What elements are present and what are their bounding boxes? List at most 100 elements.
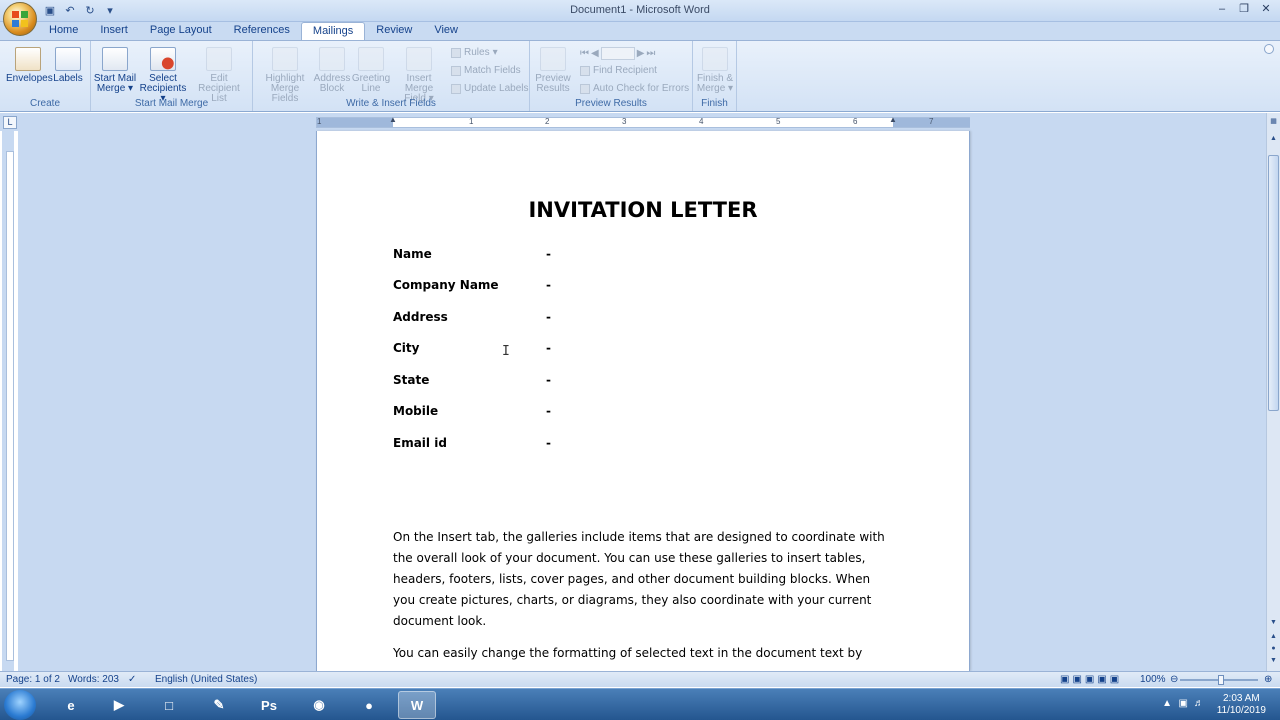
- paragraph-line: headers, footers, lists, cover pages, an…: [393, 572, 871, 586]
- auto-check-label: Auto Check for Errors: [593, 83, 690, 94]
- previous-page-icon[interactable]: ▲: [1268, 633, 1279, 644]
- proofing-icon[interactable]: ✓: [128, 674, 136, 685]
- find-recipient-label: Find Recipient: [593, 65, 657, 76]
- greeting-line-button[interactable]: Greeting Line: [351, 47, 391, 94]
- field-value: -: [546, 373, 551, 387]
- zoom-slider-knob[interactable]: [1218, 675, 1224, 685]
- right-indent-marker-icon[interactable]: ▲: [889, 115, 897, 124]
- next-page-icon[interactable]: ▼: [1268, 657, 1279, 668]
- previous-record-icon[interactable]: ◀: [591, 48, 599, 59]
- scanner-icon[interactable]: ✎: [200, 691, 238, 719]
- photoshop-icon[interactable]: Ps: [250, 691, 288, 719]
- file-explorer-icon[interactable]: □: [150, 691, 188, 719]
- word-window: { "window": {"title": "Document1 - Micro…: [0, 0, 1280, 720]
- field-value: -: [546, 436, 551, 450]
- edit-recipient-list-button[interactable]: Edit Recipient List: [189, 47, 249, 104]
- clock[interactable]: 2:03 AM 11/10/2019: [1217, 693, 1266, 717]
- clock-time: 2:03 AM: [1222, 693, 1260, 704]
- labels-button[interactable]: Labels: [52, 47, 84, 84]
- close-icon[interactable]: ✕: [1256, 1, 1276, 17]
- internet-explorer-icon[interactable]: e: [52, 691, 90, 719]
- document-title: INVITATION LETTER: [528, 198, 758, 222]
- envelopes-label: Envelopes: [6, 73, 53, 84]
- zoom-in-icon[interactable]: ⊕: [1264, 674, 1272, 685]
- rules-button[interactable]: Rules ▾: [451, 47, 498, 58]
- tab-review[interactable]: Review: [365, 22, 423, 40]
- status-bar: Page: 1 of 2 Words: 203 ✓ English (Unite…: [0, 671, 1280, 687]
- finish-merge-icon: [702, 47, 728, 71]
- tab-mailings[interactable]: Mailings: [300, 22, 366, 40]
- word-taskbar-icon[interactable]: W: [398, 691, 436, 719]
- tab-references[interactable]: References: [223, 22, 301, 40]
- labels-icon: [55, 47, 81, 71]
- zoom-level[interactable]: 100%: [1140, 674, 1166, 685]
- highlight-merge-fields-button[interactable]: Highlight Merge Fields: [257, 47, 313, 104]
- field-value: -: [546, 310, 551, 324]
- select-recipients-button[interactable]: Select Recipients ▾: [139, 47, 187, 104]
- address-block-button[interactable]: Address Block: [313, 47, 351, 94]
- ibeam-cursor-icon: I: [502, 344, 510, 359]
- select-browse-object-icon[interactable]: ●: [1268, 645, 1279, 656]
- zoom-out-icon[interactable]: ⊖: [1170, 674, 1178, 685]
- office-logo-icon: [12, 11, 28, 27]
- help-icon[interactable]: [1264, 44, 1274, 54]
- group-create-label: Create: [29, 98, 60, 109]
- tab-insert[interactable]: Insert: [89, 22, 139, 40]
- ribbon: Envelopes Labels Create Start Mail Merge…: [0, 40, 1280, 112]
- vertical-scrollbar[interactable]: ▦ ▲ ▼ ▲ ● ▼: [1266, 113, 1280, 671]
- match-fields-button[interactable]: Match Fields: [451, 65, 521, 76]
- start-button[interactable]: [4, 690, 36, 720]
- group-start-mail-merge-label: Start Mail Merge: [134, 98, 209, 109]
- preview-results-button[interactable]: Preview Results: [534, 47, 572, 94]
- insert-merge-field-button[interactable]: Insert Merge Field ▾: [391, 47, 447, 104]
- update-labels-label: Update Labels: [464, 83, 529, 94]
- scroll-thumb[interactable]: [1268, 155, 1279, 411]
- network-icon[interactable]: ▣: [1179, 698, 1188, 709]
- maximize-icon[interactable]: ❐: [1234, 1, 1254, 17]
- ruler-number: 5: [776, 117, 781, 126]
- first-record-icon[interactable]: ⏮: [580, 48, 589, 59]
- tab-selector-icon[interactable]: L: [3, 116, 17, 129]
- language-status[interactable]: English (United States): [155, 674, 257, 685]
- scroll-down-icon[interactable]: ▼: [1268, 619, 1279, 630]
- scroll-up-icon[interactable]: ▲: [1268, 135, 1279, 146]
- indent-marker-icon[interactable]: ▲: [389, 115, 397, 124]
- paragraph-line: You can easily change the formatting of …: [393, 646, 863, 660]
- taskbar: e ▶ □ ✎ Ps ◉ ● W ▲ ▣ ♬ 2:03 AM 11/10/201…: [0, 688, 1280, 720]
- chrome-icon[interactable]: ◉: [300, 691, 338, 719]
- ruler-toggle-icon[interactable]: ▦: [1268, 117, 1279, 128]
- group-finish-label: Finish: [701, 98, 728, 109]
- next-record-icon[interactable]: ▶: [637, 48, 645, 59]
- ruler-number: 2: [545, 117, 550, 126]
- show-hidden-icons-icon[interactable]: ▲: [1162, 698, 1172, 709]
- office-button[interactable]: [3, 2, 37, 36]
- record-number-field[interactable]: [600, 47, 635, 60]
- tab-view[interactable]: View: [423, 22, 469, 40]
- find-recipient-button[interactable]: Find Recipient: [580, 65, 657, 76]
- preview-icon: [540, 47, 566, 71]
- tab-home[interactable]: Home: [38, 22, 89, 40]
- auto-check-errors-button[interactable]: Auto Check for Errors: [580, 83, 689, 94]
- ruler-number: 1: [317, 117, 322, 126]
- paragraph-1: On the Insert tab, the galleries include…: [393, 527, 893, 632]
- envelope-icon: [15, 47, 41, 71]
- document-page[interactable]: INVITATION LETTER Name - Company Name - …: [316, 131, 970, 671]
- volume-icon[interactable]: ♬: [1194, 698, 1204, 709]
- record-navigation: ⏮ ◀ ▶ ⏭: [580, 47, 655, 60]
- finish-merge-button[interactable]: Finish & Merge ▾: [695, 47, 735, 94]
- tab-page-layout[interactable]: Page Layout: [139, 22, 223, 40]
- update-labels-button[interactable]: Update Labels: [451, 83, 529, 94]
- media-player-icon[interactable]: ▶: [100, 691, 138, 719]
- address-label-2: Block: [319, 83, 345, 94]
- start-mail-merge-button[interactable]: Start Mail Merge ▾: [93, 47, 137, 94]
- envelopes-button[interactable]: Envelopes: [6, 47, 53, 84]
- view-buttons-icon[interactable]: ▣▣▣▣▣: [1060, 674, 1122, 685]
- firefox-icon[interactable]: ●: [350, 691, 388, 719]
- last-record-icon[interactable]: ⏭: [646, 48, 655, 59]
- horizontal-ruler[interactable]: 1 1 2 3 4 5 6 7 ▲ ▲: [316, 115, 970, 128]
- word-count[interactable]: Words: 203: [68, 674, 119, 685]
- ruler-number: 6: [853, 117, 858, 126]
- minimize-icon[interactable]: –: [1212, 1, 1232, 17]
- insert-merge-field-icon: [406, 47, 432, 71]
- page-count[interactable]: Page: 1 of 2: [6, 674, 60, 685]
